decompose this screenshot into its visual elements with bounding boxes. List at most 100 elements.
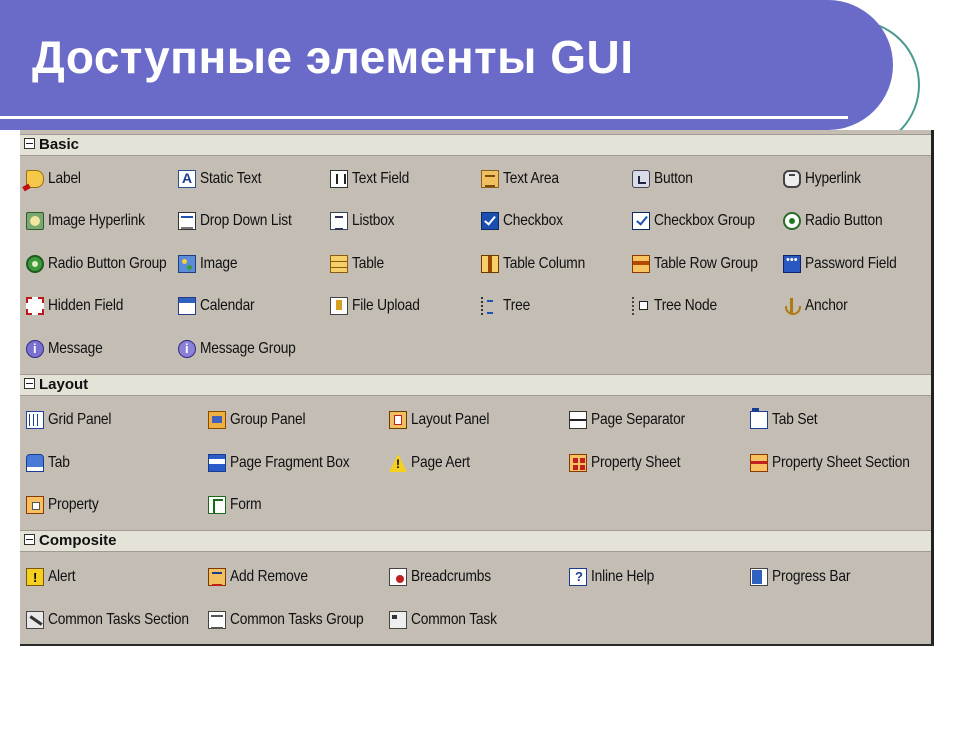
palette-item-text: Image Hyperlink	[48, 212, 145, 229]
static-text-icon	[178, 170, 196, 188]
palette-item-text: Progress Bar	[772, 568, 851, 585]
page-alert-icon	[389, 454, 407, 472]
table-row-group-icon	[632, 255, 650, 273]
palette-item-hyperlink[interactable]: Hyperlink	[783, 167, 870, 191]
palette-item-tree-node[interactable]: Tree Node	[632, 294, 727, 318]
palette-item-inline-help[interactable]: Inline Help	[569, 565, 664, 589]
layout-panel-icon	[389, 411, 407, 429]
palette-item-image[interactable]: Image	[178, 252, 243, 276]
palette-item-group-panel[interactable]: Group Panel	[208, 408, 318, 432]
palette-item-text: Property	[48, 496, 99, 513]
palette-item-drop-down-list[interactable]: Drop Down List	[178, 209, 307, 233]
palette-item-text: Grid Panel	[48, 411, 112, 428]
palette-item-text: Page Fragment Box	[230, 454, 350, 471]
palette-item-text-area[interactable]: Text Area	[481, 167, 568, 191]
palette-item-text: Radio Button Group	[48, 255, 167, 272]
palette-item-property-sheet[interactable]: Property Sheet	[569, 451, 695, 475]
palette-item-table[interactable]: Table	[330, 252, 389, 276]
palette-item-button[interactable]: Button	[632, 167, 699, 191]
palette-item-text: Message	[48, 340, 103, 357]
palette-item-text: Message Group	[200, 340, 296, 357]
palette-item-alert[interactable]: Alert	[26, 565, 80, 589]
palette-item-text: Password Field	[805, 255, 897, 272]
palette-item-listbox[interactable]: Listbox	[330, 209, 401, 233]
hidden-field-icon	[26, 297, 44, 315]
group-panel-icon	[208, 411, 226, 429]
tab-icon	[26, 454, 44, 472]
palette-item-property-sheet-section[interactable]: Property Sheet Section	[750, 451, 931, 475]
palette-item-property[interactable]: Property	[26, 493, 107, 517]
palette-item-common-task[interactable]: Common Task	[389, 608, 511, 632]
palette-item-text: Image	[200, 255, 238, 272]
palette-item-text: Breadcrumbs	[411, 568, 491, 585]
palette-item-text: Page Aert	[411, 454, 470, 471]
text-area-icon	[481, 170, 499, 188]
property-sheet-section-icon	[750, 454, 768, 472]
palette-item-tab[interactable]: Tab	[26, 451, 73, 475]
palette-item-grid-panel[interactable]: Grid Panel	[26, 408, 122, 432]
palette-item-label[interactable]: Label	[26, 167, 86, 191]
common-tasks-section-icon	[26, 611, 44, 629]
section-header-layout[interactable]: Layout	[20, 374, 931, 396]
palette-item-anchor[interactable]: Anchor	[783, 294, 855, 318]
palette-item-text: Tab	[48, 454, 70, 471]
image-icon	[178, 255, 196, 273]
radio-button-group-icon	[26, 255, 44, 273]
palette-item-page-separator[interactable]: Page Separator	[569, 408, 700, 432]
page-separator-icon	[569, 411, 587, 429]
palette-item-radio-button-group[interactable]: Radio Button Group	[26, 252, 186, 276]
collapse-toggle-icon[interactable]	[24, 138, 35, 149]
palette-item-breadcrumbs[interactable]: Breadcrumbs	[389, 565, 504, 589]
palette-item-add-remove[interactable]: Add Remove	[208, 565, 321, 589]
palette-item-text: Table Row Group	[654, 255, 758, 272]
palette-item-progress-bar[interactable]: Progress Bar	[750, 565, 863, 589]
collapse-toggle-icon[interactable]	[24, 378, 35, 389]
palette-item-layout-panel[interactable]: Layout Panel	[389, 408, 502, 432]
common-tasks-group-icon	[208, 611, 226, 629]
palette-item-text: Hidden Field	[48, 297, 124, 314]
palette-item-message-group[interactable]: Message Group	[178, 337, 311, 361]
palette-item-file-upload[interactable]: File Upload	[330, 294, 431, 318]
palette-item-common-tasks-section[interactable]: Common Tasks Section	[26, 608, 212, 632]
palette-item-page-alert[interactable]: Page Aert	[389, 451, 479, 475]
palette-item-calendar[interactable]: Calendar	[178, 294, 263, 318]
tree-icon	[481, 297, 499, 315]
palette-item-checkbox-group[interactable]: Checkbox Group	[632, 209, 771, 233]
table-icon	[330, 255, 348, 273]
palette-item-tree[interactable]: Tree	[481, 294, 535, 318]
breadcrumbs-icon	[389, 568, 407, 586]
collapse-toggle-icon[interactable]	[24, 534, 35, 545]
palette-item-static-text[interactable]: Static Text	[178, 167, 271, 191]
slide-title: Доступные элементы GUI	[32, 31, 634, 83]
property-sheet-icon	[569, 454, 587, 472]
palette-item-text-field[interactable]: Text Field	[330, 167, 418, 191]
section-header-composite[interactable]: Composite	[20, 530, 931, 552]
palette-item-text: Button	[654, 170, 693, 187]
palette-item-page-fragment-box[interactable]: Page Fragment Box	[208, 451, 369, 475]
palette-item-text: Listbox	[352, 212, 395, 229]
title-banner: Доступные элементы GUI	[0, 0, 893, 130]
palette-item-radio-button[interactable]: Radio Button	[783, 209, 895, 233]
palette-item-text: Common Tasks Section	[48, 611, 189, 628]
palette-item-image-hyperlink[interactable]: Image Hyperlink	[26, 209, 161, 233]
palette-item-text: Drop Down List	[200, 212, 292, 229]
palette-item-message[interactable]: Message	[26, 337, 112, 361]
palette-item-hidden-field[interactable]: Hidden Field	[26, 294, 135, 318]
palette-item-text: Checkbox	[503, 212, 563, 229]
section-header-basic[interactable]: Basic	[20, 134, 931, 156]
palette-item-password-field[interactable]: Password Field	[783, 252, 912, 276]
tree-node-icon	[632, 297, 650, 315]
palette-item-table-row-group[interactable]: Table Row Group	[632, 252, 775, 276]
palette-item-text: Form	[230, 496, 262, 513]
button-icon	[632, 170, 650, 188]
file-upload-icon	[330, 297, 348, 315]
palette-item-checkbox[interactable]: Checkbox	[481, 209, 573, 233]
palette-item-form[interactable]: Form	[208, 493, 267, 517]
text-field-icon	[330, 170, 348, 188]
palette-item-text: Label	[48, 170, 81, 187]
tab-set-icon	[750, 408, 768, 429]
palette-item-text: Calendar	[200, 297, 255, 314]
palette-item-tab-set[interactable]: Tab Set	[750, 408, 825, 432]
palette-item-table-column[interactable]: Table Column	[481, 252, 598, 276]
palette-item-common-tasks-group[interactable]: Common Tasks Group	[208, 608, 385, 632]
